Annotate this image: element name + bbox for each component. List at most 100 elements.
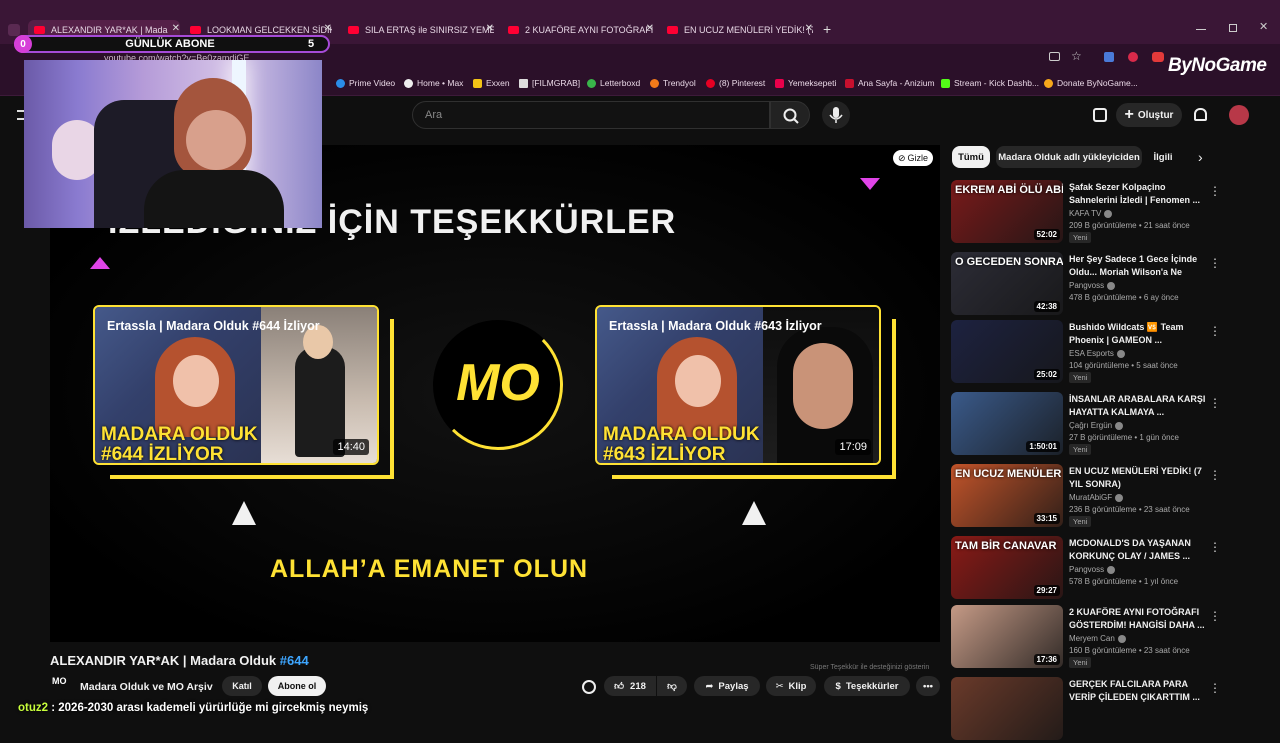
hide-button[interactable]: ⊘ Gizle — [893, 150, 933, 166]
thanks-button[interactable]: $ Teşekkürler — [824, 676, 910, 696]
bookmark-item[interactable]: Ana Sayfa - Anizium — [845, 78, 935, 88]
extension-icon[interactable] — [1152, 52, 1164, 62]
close-tab-icon[interactable]: ✕ — [646, 23, 654, 34]
new-tab-button[interactable]: + — [823, 21, 831, 37]
kebab-menu-icon[interactable]: ⋮ — [1209, 540, 1221, 554]
bookmark-item[interactable]: [FILMGRAB] — [519, 78, 580, 88]
rec-title[interactable]: MCDONALD'S DA YAŞANAN KORKUNÇ OLAY / JAM… — [1069, 537, 1209, 563]
share-button[interactable]: ➦ Paylaş — [694, 676, 760, 696]
kebab-menu-icon[interactable]: ⋮ — [1209, 324, 1221, 338]
bookmark-item[interactable]: Yemeksepeti — [775, 78, 836, 88]
avatar[interactable] — [1229, 105, 1249, 125]
rec-channel-name[interactable]: Çağrı Ergün — [1069, 421, 1112, 430]
create-button[interactable]: + Oluştur — [1116, 103, 1182, 127]
rec-channel-name[interactable]: ESA Esports — [1069, 349, 1114, 358]
kebab-menu-icon[interactable]: ⋮ — [1209, 609, 1221, 623]
bookmark-star-icon[interactable]: ☆ — [1071, 49, 1082, 63]
bookmark-item[interactable]: Donate ByNoGame... — [1044, 78, 1138, 88]
close-tab-icon[interactable]: ✕ — [486, 23, 494, 34]
bookmark-item[interactable]: (8) Pinterest — [706, 78, 765, 88]
rec-thumbnail[interactable]: 25:02 — [951, 320, 1063, 383]
clip-button[interactable]: ✂ Klip — [766, 676, 816, 696]
rec-channel-name[interactable]: Pangvoss — [1069, 565, 1104, 574]
tab-search-icon[interactable] — [8, 24, 20, 36]
rec-video-item[interactable]: 17:36 2 KUAFÖRE AYNI FOTOĞRAFI GÖSTERDİM!… — [951, 605, 1273, 671]
more-actions-button[interactable]: ••• — [916, 676, 940, 696]
kebab-menu-icon[interactable]: ⋮ — [1209, 256, 1221, 270]
chevron-right-icon[interactable]: › — [1198, 149, 1203, 165]
bookmark-item[interactable]: Home • Max — [404, 78, 463, 88]
rec-video-item[interactable]: 1:50:01 İNSANLAR ARABALARA KARŞI HAYATTA … — [951, 392, 1273, 458]
close-tab-icon[interactable]: ✕ — [172, 23, 180, 34]
extension-icon[interactable] — [1128, 52, 1138, 62]
rec-channel-name[interactable]: Meryem Can — [1069, 634, 1115, 643]
kebab-menu-icon[interactable]: ⋮ — [1209, 184, 1221, 198]
rec-channel[interactable]: Çağrı Ergün — [1069, 421, 1124, 430]
rec-channel-name[interactable]: KAFA TV — [1069, 209, 1101, 218]
kebab-menu-icon[interactable]: ⋮ — [1209, 468, 1221, 482]
tab-item[interactable]: 2 KUAFÖRE AYNI FOTOĞRAFI G ✕ — [508, 20, 654, 40]
rec-thumbnail[interactable]: TAM BİR CANAVAR 29:27 — [951, 536, 1063, 599]
rec-title[interactable]: Bushido Wildcats 🆚 Team Phoenix | GAMEON… — [1069, 321, 1209, 347]
chip-uploader[interactable]: Madara Olduk adlı yükleyiciden — [996, 146, 1142, 168]
rec-video-item[interactable]: GERÇEK FALCILARA PARA VERİP ÇİLEDEN ÇIKA… — [951, 677, 1273, 743]
subscribe-button[interactable]: Abone ol — [268, 676, 326, 696]
join-button[interactable]: Katıl — [222, 676, 262, 696]
kebab-menu-icon[interactable]: ⋮ — [1209, 681, 1221, 695]
minimize-icon[interactable] — [1196, 29, 1206, 30]
rec-channel[interactable]: KAFA TV — [1069, 209, 1113, 218]
rec-video-item[interactable]: 25:02 Bushido Wildcats 🆚 Team Phoenix | G… — [951, 320, 1273, 386]
rec-title[interactable]: EN UCUZ MENÜLERİ YEDİK! (7 YIL SONRA) — [1069, 465, 1209, 491]
bookmark-item[interactable]: Letterboxd — [587, 78, 640, 88]
chip-all[interactable]: Tümü — [952, 146, 990, 168]
close-tab-icon[interactable]: ✕ — [324, 23, 332, 34]
rec-thumbnail[interactable]: 17:36 — [951, 605, 1063, 668]
rec-video-item[interactable]: O GECEDEN SONRA 42:38 Her Şey Sadece 1 Gec… — [951, 252, 1273, 318]
rec-channel[interactable]: ESA Esports — [1069, 349, 1125, 358]
extension-icon[interactable] — [1104, 52, 1114, 62]
bookmark-item[interactable]: Prime Video — [336, 78, 395, 88]
search-button[interactable] — [770, 101, 810, 129]
rec-thumbnail[interactable]: EN UCUZ MENÜLER 33:15 — [951, 464, 1063, 527]
rec-video-item[interactable]: EN UCUZ MENÜLER 33:15 EN UCUZ MENÜLERİ YED… — [951, 464, 1273, 530]
rec-channel[interactable]: Pangvoss — [1069, 565, 1116, 574]
rec-thumbnail[interactable]: O GECEDEN SONRA 42:38 — [951, 252, 1063, 315]
rec-channel-name[interactable]: MuratAbiGF — [1069, 493, 1112, 502]
search-input[interactable]: Ara — [412, 101, 770, 129]
rec-thumbnail[interactable]: EKREM ABİ ÖLÜ ABİ 52:02 — [951, 180, 1063, 243]
rec-channel-name[interactable]: Pangvoss — [1069, 281, 1104, 290]
mic-button[interactable] — [822, 101, 850, 129]
rec-channel[interactable]: Pangvoss — [1069, 281, 1116, 290]
end-screen-card[interactable]: Ertassla | Madara Olduk #644 İzliyor MAD… — [93, 305, 379, 465]
channel-name[interactable]: Madara Olduk ve MO Arşiv — [80, 681, 213, 693]
channel-avatar[interactable]: MO — [52, 676, 72, 696]
dislike-button[interactable]: 👎︎ — [657, 676, 687, 696]
rec-video-item[interactable]: EKREM ABİ ÖLÜ ABİ 52:02 Şafak Sezer Kolpaç… — [951, 180, 1273, 246]
rec-title[interactable]: Her Şey Sadece 1 Gece İçinde Oldu... Mor… — [1069, 253, 1209, 279]
video-hashtag[interactable]: #644 — [280, 653, 309, 668]
bookmark-item[interactable]: Stream - Kick Dashb... — [941, 78, 1039, 88]
kebab-menu-icon[interactable]: ⋮ — [1209, 396, 1221, 410]
tab-item[interactable]: SILA ERTAŞ ile SINIRSIZ YEMEK ✕ — [348, 20, 494, 40]
tab-item[interactable]: EN UCUZ MENÜLERİ YEDİK! (7 ✕ — [667, 20, 813, 40]
rec-channel[interactable]: Meryem Can — [1069, 634, 1126, 643]
bookmark-item[interactable]: Trendyol — [650, 78, 696, 88]
close-tab-icon[interactable]: ✕ — [805, 23, 813, 34]
rec-title[interactable]: GERÇEK FALCILARA PARA VERİP ÇİLEDEN ÇIKA… — [1069, 678, 1209, 704]
rec-title[interactable]: İNSANLAR ARABALARA KARŞI HAYATTA KALMAYA… — [1069, 393, 1209, 419]
rec-title[interactable]: 2 KUAFÖRE AYNI FOTOĞRAFI GÖSTERDİM! HANG… — [1069, 606, 1209, 632]
bell-icon[interactable] — [1194, 108, 1207, 121]
rec-video-item[interactable]: TAM BİR CANAVAR 29:27 MCDONALD'S DA YAŞANA… — [951, 536, 1273, 602]
rec-thumbnail[interactable] — [951, 677, 1063, 740]
like-button[interactable]: 👍︎ 218 — [604, 676, 656, 696]
live-icon[interactable] — [1093, 108, 1107, 122]
end-screen-card[interactable]: Ertassla | Madara Olduk #643 İzliyor MAD… — [595, 305, 881, 465]
close-window-icon[interactable]: ✕ — [1259, 20, 1268, 33]
bookmark-item[interactable]: Exxen — [473, 78, 510, 88]
rec-title[interactable]: Şafak Sezer Kolpaçino Sahnelerini İzledi… — [1069, 181, 1209, 207]
chip-related[interactable]: İlgili — [1148, 146, 1178, 168]
install-icon[interactable] — [1049, 52, 1060, 61]
rec-thumbnail[interactable]: 1:50:01 — [951, 392, 1063, 455]
sparkle-icon[interactable] — [582, 680, 596, 694]
rec-channel[interactable]: MuratAbiGF — [1069, 493, 1124, 502]
